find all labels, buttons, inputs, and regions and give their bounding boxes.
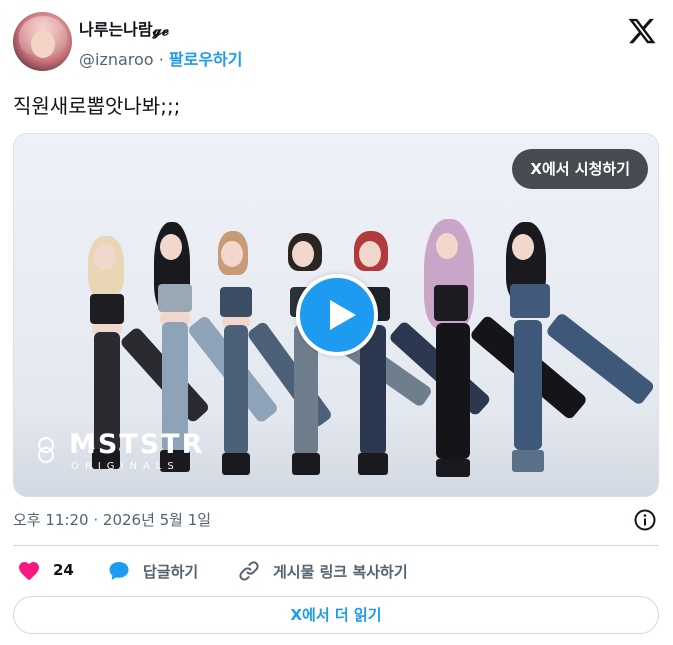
play-icon[interactable] xyxy=(296,274,378,356)
read-more-button[interactable]: X에서 더 읽기 xyxy=(13,596,659,634)
video-media[interactable]: X에서 시청하기 MSTSTR ORIGINALS xyxy=(13,133,659,497)
heart-icon xyxy=(19,562,39,581)
reply-bubble-icon xyxy=(109,562,129,580)
x-logo-icon[interactable] xyxy=(627,16,657,46)
copy-link-button[interactable]: 게시물 링크 복사하기 xyxy=(235,556,475,586)
divider xyxy=(13,545,659,546)
like-button[interactable]: 24 xyxy=(13,556,93,586)
handle[interactable]: @iznaroo xyxy=(79,50,154,69)
like-count: 24 xyxy=(53,561,74,579)
watermark-subtitle: ORIGINALS xyxy=(71,461,180,472)
display-name[interactable]: 나루는나람𝓰𝓮 xyxy=(79,16,169,40)
copy-link-label: 게시물 링크 복사하기 xyxy=(273,563,408,581)
watermark-logo-icon xyxy=(38,437,54,463)
link-icon xyxy=(239,561,259,581)
watermark-title: MSTSTR xyxy=(69,429,205,460)
action-bar: 24 답글하기 게시물 링크 복사하기 xyxy=(13,556,659,586)
tweet-header: 나루는나람𝓰𝓮 @iznaroo · 팔로우하기 xyxy=(13,12,661,72)
reply-button[interactable]: 답글하기 xyxy=(105,556,245,586)
handle-line: @iznaroo · 팔로우하기 xyxy=(79,46,242,70)
follow-button[interactable]: 팔로우하기 xyxy=(169,50,243,69)
separator: · xyxy=(158,50,164,69)
reply-label: 답글하기 xyxy=(143,563,199,581)
avatar[interactable] xyxy=(13,12,72,71)
dancer-figure xyxy=(494,222,656,484)
watch-on-x-button[interactable]: X에서 시청하기 xyxy=(512,149,648,189)
tweet-text: 직원새로뽑앗나봐;;; xyxy=(13,94,181,118)
info-icon[interactable] xyxy=(633,508,657,532)
timestamp[interactable]: 오후 11:20 · 2026년 5월 1일 xyxy=(13,509,211,530)
